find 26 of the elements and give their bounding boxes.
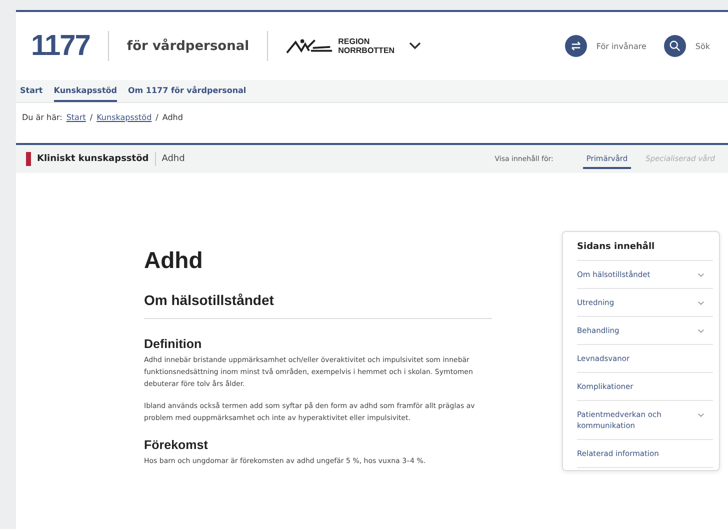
region-logo-icon (286, 38, 334, 54)
section-heading: Om hälsotillståndet (144, 292, 275, 310)
swap-arrows-icon[interactable] (565, 35, 588, 57)
page-name: Adhd (162, 154, 185, 164)
accent-bar (26, 152, 31, 166)
breadcrumb-link[interactable]: Kunskapsstöd (96, 113, 152, 133)
site-logo[interactable]: 1177 (31, 30, 90, 62)
article-title: Adhd (144, 247, 204, 274)
breadcrumb-label: Du är här: (22, 113, 62, 124)
breadcrumb-link[interactable]: Start (66, 113, 86, 133)
nav-tab[interactable]: Om 1177 för vårdpersonal (128, 80, 246, 102)
header-link[interactable]: För invånare (596, 42, 646, 50)
toc-title: Sidans innehåll (577, 232, 713, 261)
search-icon[interactable] (664, 35, 686, 57)
subsection-heading: Definition (144, 337, 203, 351)
chevron-down-icon[interactable] (408, 42, 421, 50)
breadcrumb-separator: / (156, 113, 158, 124)
breadcrumb-current: Adhd (162, 113, 183, 124)
region-name: REGION NORRBOTTEN (338, 37, 395, 55)
header-link[interactable]: Sök (695, 42, 710, 50)
section-title: Kliniskt kunskapsstöd (37, 154, 149, 164)
subsection-heading: Förekomst (144, 438, 209, 452)
breadcrumb-separator: / (90, 113, 93, 124)
nav-tab[interactable]: Kunskapsstöd (54, 80, 117, 102)
site-tagline: för vårdpersonal (126, 38, 250, 54)
nav-tab[interactable]: Start (20, 80, 43, 102)
